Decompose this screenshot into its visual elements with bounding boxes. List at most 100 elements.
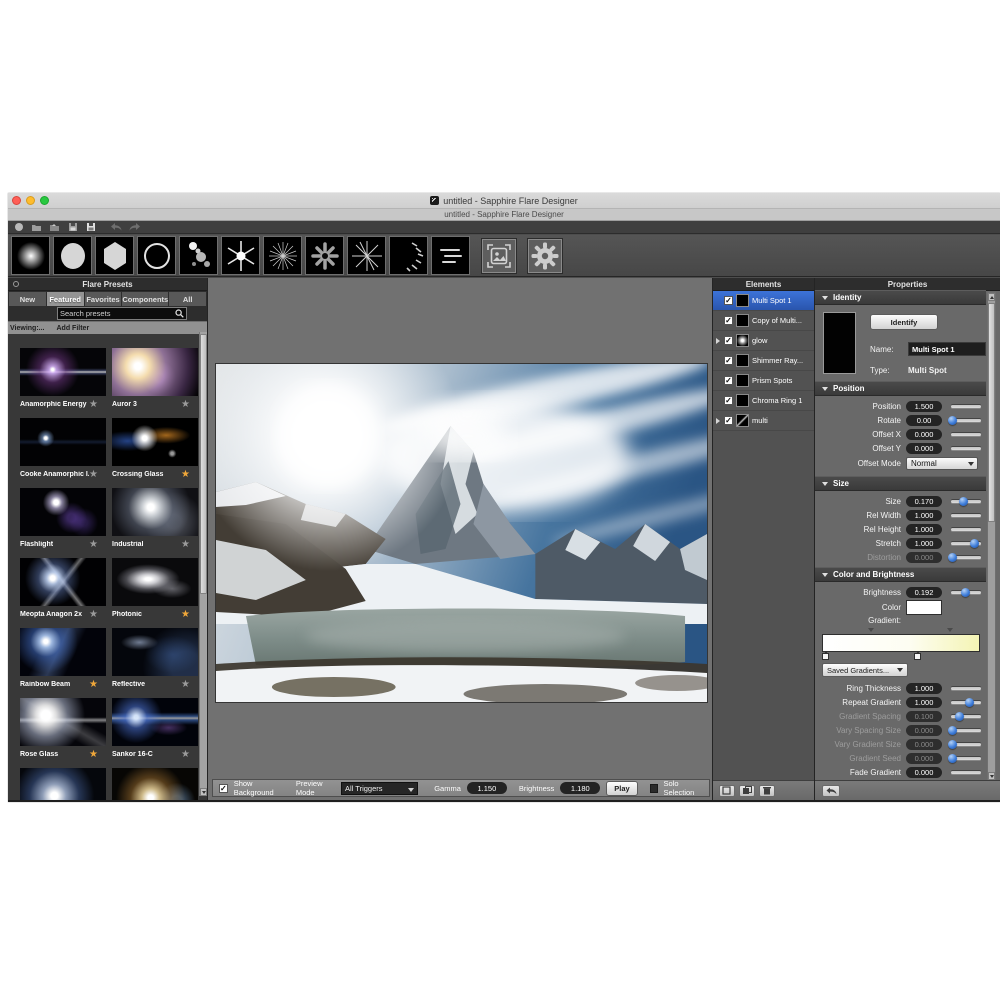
preset-thumbnail[interactable]: [20, 628, 106, 676]
preset-item[interactable]: Industrial★: [112, 488, 198, 553]
value-field[interactable]: 0.000: [906, 429, 942, 440]
name-field[interactable]: Multi Spot 1: [908, 342, 986, 356]
favorite-star-icon[interactable]: ★: [181, 610, 190, 620]
favorite-star-icon[interactable]: ★: [89, 610, 98, 620]
redo-icon[interactable]: [129, 222, 140, 232]
preset-item[interactable]: Rainbow Beam★: [20, 628, 106, 693]
slider-knob[interactable]: [965, 698, 974, 707]
preset-item[interactable]: [20, 768, 106, 800]
element-visibility-checkbox[interactable]: ✓: [724, 336, 733, 345]
play-button[interactable]: Play: [606, 781, 637, 796]
presets-scrollbar[interactable]: [199, 332, 207, 796]
slider[interactable]: [951, 405, 981, 408]
slider[interactable]: [951, 687, 981, 690]
favorite-star-icon[interactable]: ★: [89, 680, 98, 690]
preview-canvas[interactable]: [215, 363, 708, 703]
slider-knob[interactable]: [948, 416, 957, 425]
scroll-down-arrow[interactable]: [200, 788, 207, 796]
new-flare-icon[interactable]: [13, 222, 24, 232]
preset-thumbnail[interactable]: [20, 418, 106, 466]
element-button-rays[interactable]: [263, 236, 302, 275]
element-button-spark[interactable]: [221, 236, 260, 275]
presets-scrollbar-thumb[interactable]: [200, 334, 207, 594]
tab-new[interactable]: New: [9, 292, 46, 306]
favorite-star-icon[interactable]: ★: [89, 540, 98, 550]
slider[interactable]: [951, 591, 981, 594]
favorite-star-icon[interactable]: ★: [89, 400, 98, 410]
value-field[interactable]: 1.000: [906, 538, 942, 549]
element-visibility-checkbox[interactable]: ✓: [724, 396, 733, 405]
preset-item[interactable]: Anamorphic Energy★: [20, 348, 106, 413]
gradient-marker-icon[interactable]: [868, 628, 874, 632]
favorite-star-icon[interactable]: ★: [181, 540, 190, 550]
preset-thumbnail[interactable]: [112, 348, 198, 396]
section-size[interactable]: Size: [815, 476, 986, 491]
element-button-streaks[interactable]: [431, 236, 470, 275]
preset-item[interactable]: Photonic★: [112, 558, 198, 623]
value-field[interactable]: 1.000: [906, 510, 942, 521]
save-as-icon[interactable]: [85, 222, 96, 232]
preset-thumbnail[interactable]: [112, 698, 198, 746]
section-color-brightness[interactable]: Color and Brightness: [815, 567, 986, 582]
tab-favorites[interactable]: Favorites: [85, 292, 122, 306]
background-image-button[interactable]: [481, 238, 517, 274]
preset-thumbnail[interactable]: [20, 698, 106, 746]
expand-arrow-icon[interactable]: [716, 418, 720, 424]
preset-thumbnail[interactable]: [20, 348, 106, 396]
element-button-multi-spots[interactable]: [179, 236, 218, 275]
preset-item[interactable]: Sankor 16-C★: [112, 698, 198, 763]
delete-element-button[interactable]: [759, 785, 775, 797]
minimize-button[interactable]: [26, 196, 35, 205]
value-field[interactable]: 0.000: [906, 443, 942, 454]
scroll-down-arrow[interactable]: [988, 772, 995, 780]
save-icon[interactable]: [67, 222, 78, 232]
slider[interactable]: [951, 419, 981, 422]
properties-scrollbar-thumb[interactable]: [988, 303, 995, 522]
element-row[interactable]: ✓ Copy of Multi...: [713, 311, 814, 331]
gamma-field[interactable]: 1.150: [467, 782, 507, 794]
value-field[interactable]: 0.000: [906, 767, 942, 778]
gradient-marker-icon[interactable]: [947, 628, 953, 632]
preset-item[interactable]: Rose Glass★: [20, 698, 106, 763]
preset-thumbnail[interactable]: [112, 628, 198, 676]
reset-button[interactable]: [822, 785, 840, 797]
show-background-checkbox[interactable]: ✓: [219, 784, 228, 793]
element-button-ring[interactable]: [137, 236, 176, 275]
element-visibility-checkbox[interactable]: ✓: [724, 416, 733, 425]
slider-knob[interactable]: [959, 497, 968, 506]
scroll-up-arrow[interactable]: [988, 293, 995, 301]
slider-knob[interactable]: [970, 539, 979, 548]
preset-thumbnail[interactable]: [112, 418, 198, 466]
element-visibility-checkbox[interactable]: ✓: [724, 376, 733, 385]
element-button-spikes[interactable]: [347, 236, 386, 275]
value-field[interactable]: 0.192: [906, 587, 942, 598]
preset-item[interactable]: Crossing Glass★: [112, 418, 198, 483]
open-icon[interactable]: [31, 222, 42, 232]
element-button-ellipse[interactable]: [53, 236, 92, 275]
properties-scrollbar[interactable]: [987, 292, 996, 781]
triggers-dropdown[interactable]: All Triggers: [341, 782, 418, 795]
favorite-star-icon[interactable]: ★: [89, 750, 98, 760]
section-identity[interactable]: Identity: [815, 290, 986, 305]
preset-thumbnail[interactable]: [20, 488, 106, 536]
element-visibility-checkbox[interactable]: ✓: [724, 316, 733, 325]
favorite-star-icon[interactable]: ★: [181, 680, 190, 690]
value-field[interactable]: 1.000: [906, 683, 942, 694]
preset-item[interactable]: Meopta Anagon 2x★: [20, 558, 106, 623]
element-button-arc-streaks[interactable]: [389, 236, 428, 275]
element-row[interactable]: ✓ Prism Spots: [713, 371, 814, 391]
gradient-stop[interactable]: [822, 653, 829, 660]
preset-item[interactable]: [112, 768, 198, 800]
favorite-star-icon[interactable]: ★: [89, 470, 98, 480]
tab-components[interactable]: Components: [122, 292, 168, 306]
preset-item[interactable]: Cooke Anamorphic I...★: [20, 418, 106, 483]
favorite-star-icon[interactable]: ★: [181, 750, 190, 760]
offset-mode-dropdown[interactable]: Normal: [906, 457, 978, 470]
expand-arrow-icon[interactable]: [716, 338, 720, 344]
favorite-star-icon[interactable]: ★: [181, 470, 190, 480]
slider[interactable]: [951, 433, 981, 436]
favorite-star-icon[interactable]: ★: [181, 400, 190, 410]
saved-gradients-dropdown[interactable]: Saved Gradients...: [822, 663, 908, 677]
import-icon[interactable]: [49, 222, 60, 232]
value-field[interactable]: 1.000: [906, 697, 942, 708]
